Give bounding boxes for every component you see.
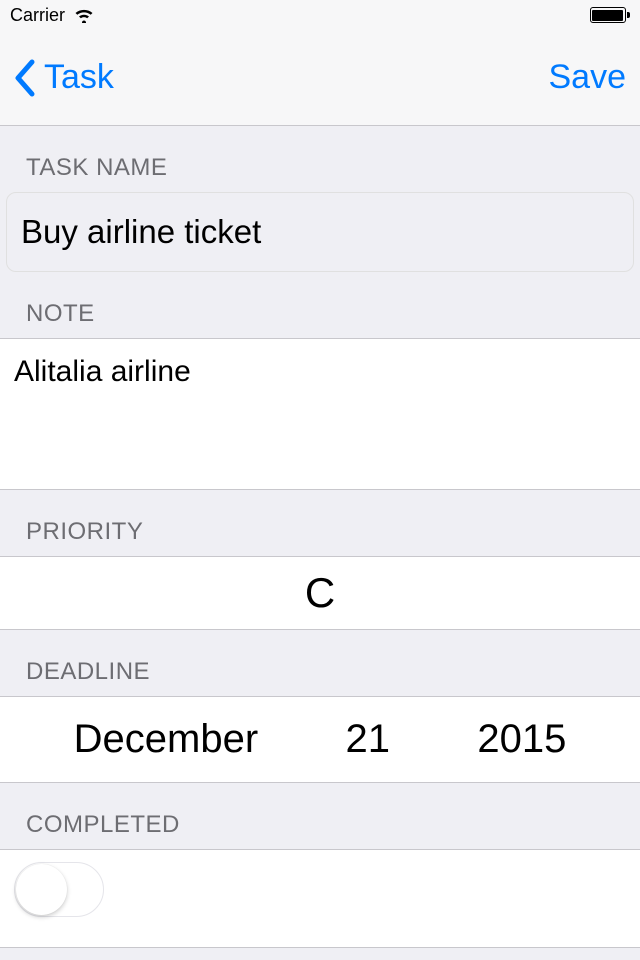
back-label: Task — [44, 58, 114, 97]
priority-header: PRIORITY — [0, 490, 640, 556]
deadline-header: DEADLINE — [0, 630, 640, 696]
status-left: Carrier — [10, 5, 95, 26]
wifi-icon — [73, 7, 95, 23]
deadline-picker[interactable]: December 21 2015 — [0, 696, 640, 783]
back-button[interactable]: Task — [14, 58, 114, 98]
chevron-left-icon — [14, 58, 38, 98]
save-button[interactable]: Save — [549, 58, 627, 97]
status-bar: Carrier — [0, 0, 640, 30]
note-header: NOTE — [0, 272, 640, 338]
carrier-label: Carrier — [10, 5, 65, 26]
deadline-day[interactable]: 21 — [346, 717, 391, 762]
deadline-month[interactable]: December — [74, 717, 259, 762]
toggle-knob — [16, 864, 67, 915]
nav-bar: Task Save — [0, 30, 640, 126]
completed-header: COMPLETED — [0, 783, 640, 849]
note-input[interactable]: Alitalia airline — [0, 338, 640, 490]
task-name-input[interactable]: Buy airline ticket — [6, 192, 634, 272]
priority-value[interactable]: C — [0, 556, 640, 630]
battery-icon — [590, 7, 631, 23]
completed-toggle[interactable] — [14, 862, 104, 917]
task-name-header: TASK NAME — [0, 126, 640, 192]
completed-cell — [0, 849, 640, 948]
deadline-year[interactable]: 2015 — [477, 717, 566, 762]
